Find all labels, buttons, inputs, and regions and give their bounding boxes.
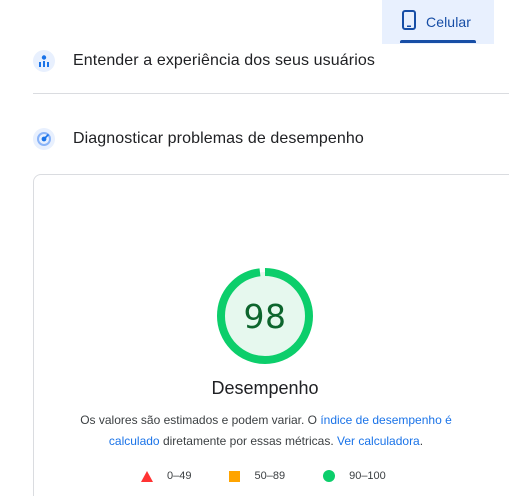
speed-gauge-icon (33, 128, 55, 150)
legend-item-fail: 0–49 (141, 470, 191, 482)
legend-item-pass: 90–100 (323, 470, 386, 482)
pagespeed-report: Celular Entender a experiência dos seus … (0, 0, 509, 496)
score-legend: 0–49 50–89 90–100 (141, 470, 424, 482)
section-user-experience[interactable]: Entender a experiência dos seus usuários (33, 50, 375, 72)
calculator-link[interactable]: Ver calculadora (337, 434, 420, 448)
tab-mobile-label: Celular (426, 14, 472, 30)
performance-metric-title: Desempenho (211, 378, 319, 398)
estimate-note: Os valores são estimados e podem variar.… (60, 410, 472, 452)
section-diagnose-title: Diagnosticar problemas de desempenho (73, 130, 364, 147)
users-chart-icon (33, 50, 55, 72)
fail-triangle-icon (141, 470, 153, 482)
pass-circle-icon (323, 470, 336, 482)
performance-score-value: 98 (243, 297, 287, 336)
smartphone-icon (402, 9, 416, 35)
note-text-3: . (419, 434, 424, 448)
legend-range-average: 50–89 (254, 470, 286, 482)
section-divider (33, 93, 509, 94)
section-diagnose[interactable]: Diagnosticar problemas de desempenho (33, 128, 364, 150)
legend-range-pass: 90–100 (349, 470, 386, 482)
tab-selected-indicator (400, 40, 476, 43)
note-text-2: diretamente por essas métricas. (159, 434, 338, 448)
average-square-icon (229, 470, 241, 482)
note-text-1: Os valores são estimados e podem variar.… (80, 413, 321, 427)
section-user-experience-title: Entender a experiência dos seus usuários (73, 52, 375, 69)
legend-item-average: 50–89 (229, 470, 285, 482)
legend-range-fail: 0–49 (167, 470, 192, 482)
tab-mobile[interactable]: Celular (382, 0, 494, 44)
